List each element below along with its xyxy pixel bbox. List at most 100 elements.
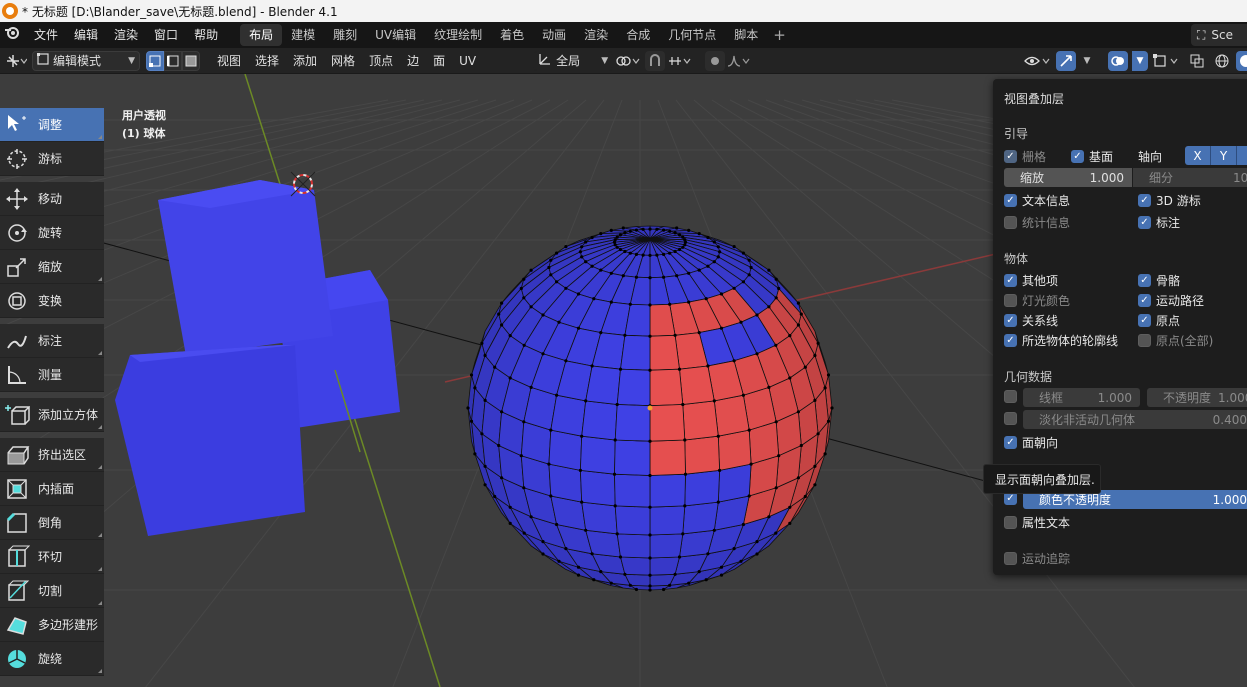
visibility-icon[interactable] bbox=[1022, 51, 1052, 71]
grid-subdivisions-field[interactable]: 细分 10 bbox=[1133, 168, 1247, 187]
menu-select[interactable]: 选择 bbox=[248, 52, 286, 69]
tool-extrude[interactable]: 挤出选区 bbox=[0, 438, 104, 472]
fade-inactive-checkbox[interactable] bbox=[1004, 412, 1017, 425]
tool-submenu-corner-icon[interactable] bbox=[98, 601, 102, 605]
menu-help[interactable]: 帮助 bbox=[186, 22, 226, 48]
tool-bevel[interactable]: 倒角 bbox=[0, 506, 104, 540]
snap-toggle-button[interactable] bbox=[645, 50, 666, 71]
tab-uv-editing[interactable]: UV编辑 bbox=[366, 24, 425, 46]
tool-submenu-corner-icon[interactable] bbox=[98, 277, 102, 281]
menu-vertex[interactable]: 顶点 bbox=[362, 52, 400, 69]
menu-uv[interactable]: UV bbox=[452, 54, 483, 68]
face-orientation-checkbox[interactable]: ✓ 面朝向 bbox=[1004, 434, 1058, 451]
fade-inactive-field[interactable]: 淡化非活动几何体 0.400 bbox=[1023, 410, 1247, 429]
menu-edit[interactable]: 编辑 bbox=[66, 22, 106, 48]
attribute-text-checkbox[interactable]: 属性文本 bbox=[1004, 514, 1070, 531]
light-colors-checkbox[interactable]: 灯光颜色 bbox=[1004, 292, 1070, 309]
tool-annotate[interactable]: 标注 bbox=[0, 324, 104, 358]
grid-scale-field[interactable]: 缩放 1.000 bbox=[1004, 168, 1132, 187]
tool-add-cube[interactable]: 添加立方体 bbox=[0, 398, 104, 432]
snap-target-button[interactable] bbox=[665, 51, 695, 71]
tool-inset[interactable]: 内插面 bbox=[0, 472, 104, 506]
tool-move[interactable]: 移动 bbox=[0, 182, 104, 216]
tool-submenu-corner-icon[interactable] bbox=[98, 465, 102, 469]
tool-submenu-corner-icon[interactable] bbox=[98, 533, 102, 537]
face-select-button[interactable] bbox=[182, 50, 200, 71]
scene-selector[interactable]: ⛶ Sce bbox=[1191, 24, 1247, 46]
menu-mesh[interactable]: 网格 bbox=[324, 52, 362, 69]
add-workspace-button[interactable]: + bbox=[767, 26, 792, 44]
wireframe-field[interactable]: 线框 1.000 bbox=[1023, 388, 1140, 407]
tab-modeling[interactable]: 建模 bbox=[282, 24, 324, 46]
pivot-point-button[interactable] bbox=[613, 51, 645, 71]
motion-tracking-checkbox[interactable]: 运动追踪 bbox=[1004, 550, 1070, 567]
xray-toggle-icon[interactable] bbox=[1186, 51, 1208, 71]
tab-scripting[interactable]: 脚本 bbox=[725, 24, 767, 46]
tool-knife[interactable]: 切割 bbox=[0, 574, 104, 608]
origins-all-checkbox[interactable]: 原点(全部) bbox=[1138, 332, 1213, 349]
bones-checkbox[interactable]: ✓ 骨骼 bbox=[1138, 272, 1180, 289]
tool-cursor[interactable]: 游标 bbox=[0, 142, 104, 176]
falloff-button[interactable] bbox=[725, 51, 753, 71]
wireframe-shading-icon[interactable] bbox=[1212, 51, 1232, 71]
tab-rendering[interactable]: 渲染 bbox=[575, 24, 617, 46]
tool-submenu-corner-icon[interactable] bbox=[98, 351, 102, 355]
vertex-select-button[interactable] bbox=[146, 50, 164, 71]
tool-submenu-corner-icon[interactable] bbox=[98, 135, 102, 139]
grid-checkbox[interactable]: ✓ 栅格 bbox=[1004, 148, 1046, 165]
annotations-checkbox[interactable]: ✓ 标注 bbox=[1138, 214, 1180, 231]
tab-compositing[interactable]: 合成 bbox=[617, 24, 659, 46]
tab-texture-paint[interactable]: 纹理绘制 bbox=[425, 24, 491, 46]
mesh-edit-overlays-icon[interactable] bbox=[1152, 51, 1182, 71]
wireframe-opacity-field[interactable]: 不透明度 1.000 bbox=[1147, 388, 1247, 407]
origins-checkbox[interactable]: ✓ 原点 bbox=[1138, 312, 1180, 329]
tab-animation[interactable]: 动画 bbox=[533, 24, 575, 46]
axis-x-toggle[interactable]: X bbox=[1185, 146, 1211, 165]
tab-sculpting[interactable]: 雕刻 bbox=[324, 24, 366, 46]
overlays-toggle-icon[interactable] bbox=[1108, 51, 1128, 71]
editor-type-icon[interactable] bbox=[0, 51, 32, 71]
tool-spin[interactable]: 旋绕 bbox=[0, 642, 104, 676]
tab-shading[interactable]: 着色 bbox=[491, 24, 533, 46]
tab-layout[interactable]: 布局 bbox=[240, 24, 283, 46]
floor-checkbox[interactable]: ✓ 基面 bbox=[1071, 148, 1113, 165]
relationship-lines-checkbox[interactable]: ✓ 关系线 bbox=[1004, 312, 1058, 329]
tool-measure[interactable]: 测量 bbox=[0, 358, 104, 392]
edge-select-button[interactable] bbox=[164, 50, 182, 71]
tool-scale[interactable]: 缩放 bbox=[0, 250, 104, 284]
tool-poly-build[interactable]: 多边形建形 bbox=[0, 608, 104, 642]
transform-orientation-dropdown[interactable]: 全局 ▼ bbox=[533, 50, 614, 71]
menu-file[interactable]: 文件 bbox=[26, 22, 66, 48]
menu-render[interactable]: 渲染 bbox=[106, 22, 146, 48]
axis-y-toggle[interactable]: Y bbox=[1211, 146, 1237, 165]
mode-dropdown[interactable]: 编辑模式 ▼ bbox=[32, 50, 140, 71]
outline-selected-checkbox[interactable]: ✓ 所选物体的轮廓线 bbox=[1004, 332, 1118, 349]
menu-window[interactable]: 窗口 bbox=[146, 22, 186, 48]
menu-add[interactable]: 添加 bbox=[286, 52, 324, 69]
tool-submenu-corner-icon[interactable] bbox=[98, 425, 102, 429]
tool-select-tweak[interactable]: 调整 bbox=[0, 108, 104, 142]
gizmo-dropdown-icon[interactable]: ▼ bbox=[1080, 51, 1094, 71]
statistics-checkbox[interactable]: 统计信息 bbox=[1004, 214, 1070, 231]
solid-shading-icon[interactable] bbox=[1236, 51, 1247, 71]
fade-inactive-label: 淡化非活动几何体 bbox=[1039, 413, 1136, 427]
extras-checkbox[interactable]: ✓ 其他项 bbox=[1004, 272, 1058, 289]
axis-z-toggle[interactable] bbox=[1237, 146, 1247, 165]
menu-face[interactable]: 面 bbox=[426, 52, 452, 69]
tool-submenu-corner-icon[interactable] bbox=[98, 567, 102, 571]
tool-transform[interactable]: 变换 bbox=[0, 284, 104, 318]
tool-submenu-corner-icon[interactable] bbox=[98, 669, 102, 673]
overlays-dropdown-icon[interactable]: ▼ bbox=[1132, 51, 1148, 71]
3d-cursor-checkbox[interactable]: ✓ 3D 游标 bbox=[1138, 192, 1201, 209]
text-info-checkbox[interactable]: ✓ 文本信息 bbox=[1004, 192, 1070, 209]
tool-rotate[interactable]: 旋转 bbox=[0, 216, 104, 250]
tool-loop-cut[interactable]: 环切 bbox=[0, 540, 104, 574]
proportional-edit-button[interactable] bbox=[705, 50, 726, 71]
blender-menu-icon[interactable] bbox=[0, 22, 26, 48]
menu-edge[interactable]: 边 bbox=[400, 52, 426, 69]
gizmo-toggle-icon[interactable] bbox=[1056, 51, 1076, 71]
wireframe-checkbox[interactable] bbox=[1004, 390, 1017, 403]
tab-geometry-nodes[interactable]: 几何节点 bbox=[659, 24, 725, 46]
motion-paths-checkbox[interactable]: ✓ 运动路径 bbox=[1138, 292, 1204, 309]
menu-view[interactable]: 视图 bbox=[210, 52, 248, 69]
